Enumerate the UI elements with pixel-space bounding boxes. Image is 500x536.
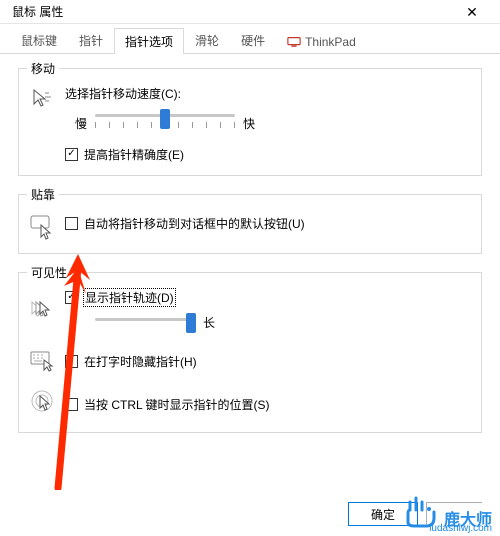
snap-default-checkbox[interactable] <box>65 217 78 230</box>
hide-typing-icon <box>29 348 57 372</box>
hide-typing-checkbox[interactable] <box>65 355 78 368</box>
pointer-trails-checkbox[interactable] <box>65 291 78 304</box>
trail-length-slider[interactable] <box>95 312 195 332</box>
group-visibility-legend: 可见性 <box>27 264 71 281</box>
tab-mouse-keys[interactable]: 鼠标键 <box>10 27 68 53</box>
dialog-button-bar: 确定 <box>0 502 500 526</box>
group-visibility: 可见性 显示指针轨迹(D) 长 <box>18 264 482 433</box>
titlebar: 鼠标 属性 ✕ <box>0 0 500 24</box>
close-icon[interactable]: ✕ <box>452 1 492 23</box>
tab-wheel[interactable]: 滑轮 <box>184 27 230 53</box>
pointer-trails-label: 显示指针轨迹(D) <box>84 289 175 306</box>
pointer-speed-slider[interactable] <box>95 108 235 138</box>
tab-pointer-options[interactable]: 指针选项 <box>114 28 184 54</box>
ctrl-locate-icon <box>29 388 57 416</box>
pointer-speed-label: 选择指针移动速度(C): <box>65 85 473 102</box>
group-motion: 移动 选择指针移动速度(C): 慢 快 <box>18 60 482 176</box>
trail-long-label: 长 <box>203 314 215 331</box>
speed-slow-label: 慢 <box>75 115 87 132</box>
tab-pointers[interactable]: 指针 <box>68 27 114 53</box>
tab-thinkpad[interactable]: ThinkPad <box>276 30 367 53</box>
content-pane: 移动 选择指针移动速度(C): 慢 快 <box>0 54 500 433</box>
snap-icon <box>29 213 57 241</box>
group-snap: 贴靠 自动将指针移动到对话框中的默认按钮(U) <box>18 186 482 254</box>
speed-fast-label: 快 <box>243 115 255 132</box>
enhance-precision-checkbox[interactable] <box>65 148 78 161</box>
ctrl-locate-label: 当按 CTRL 键时显示指针的位置(S) <box>84 396 270 413</box>
enhance-precision-label: 提高指针精确度(E) <box>84 146 184 163</box>
window-title: 鼠标 属性 <box>12 3 63 20</box>
hide-typing-label: 在打字时隐藏指针(H) <box>84 353 197 370</box>
watermark-url: ludashiwj.com <box>429 523 492 534</box>
snap-default-label: 自动将指针移动到对话框中的默认按钮(U) <box>84 215 305 232</box>
ctrl-locate-checkbox[interactable] <box>65 398 78 411</box>
cursor-speed-icon <box>30 87 56 113</box>
group-motion-legend: 移动 <box>27 60 59 77</box>
group-snap-legend: 贴靠 <box>27 186 59 203</box>
cancel-button-partial[interactable] <box>426 502 482 524</box>
thinkpad-icon <box>287 35 301 49</box>
pointer-trails-icon <box>29 299 57 323</box>
tab-strip: 鼠标键 指针 指针选项 滑轮 硬件 ThinkPad <box>0 24 500 54</box>
tab-hardware[interactable]: 硬件 <box>230 27 276 53</box>
ok-button[interactable]: 确定 <box>348 502 418 526</box>
